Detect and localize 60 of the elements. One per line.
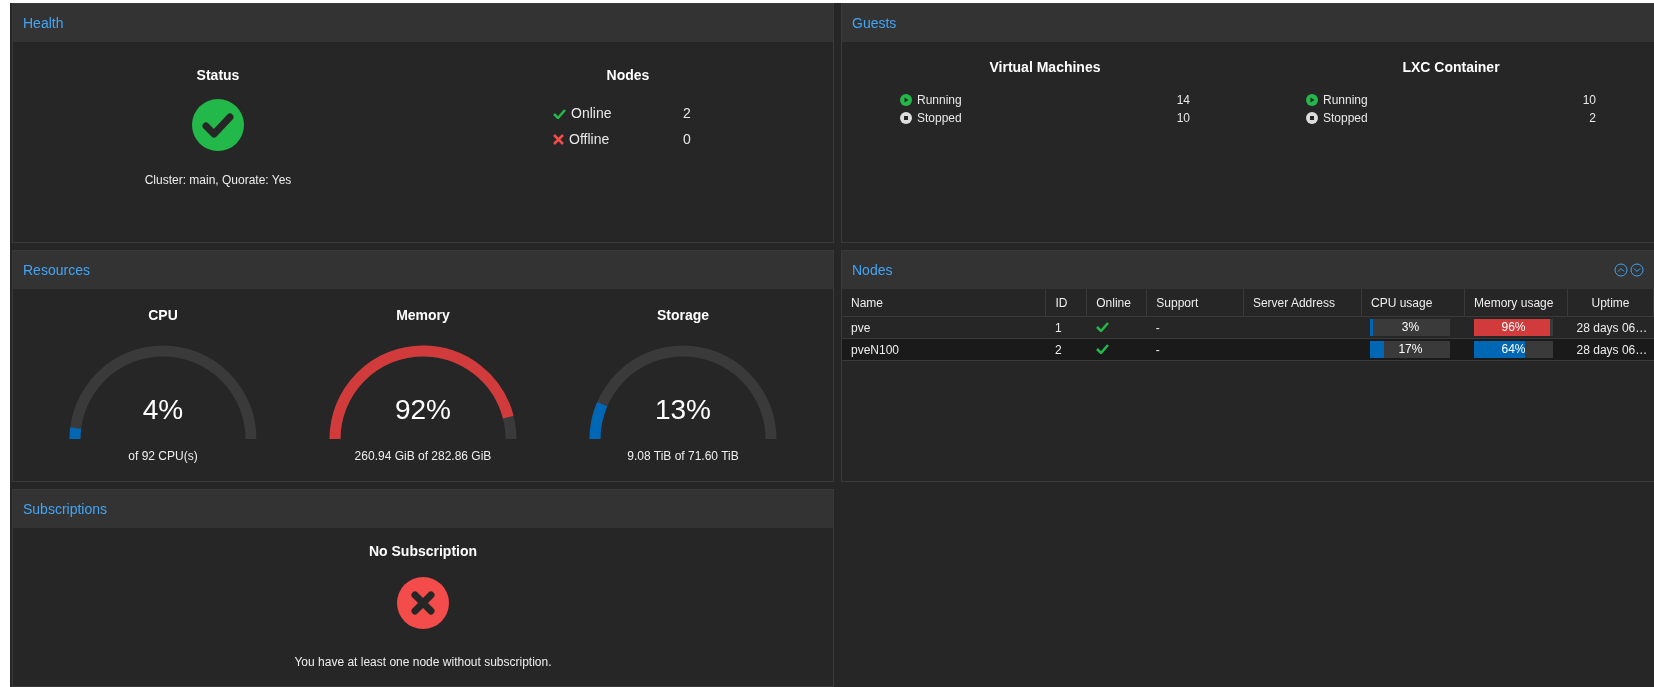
- cross-icon: [553, 133, 564, 145]
- table-cell: 1: [1045, 316, 1087, 339]
- status-count: 10: [1175, 111, 1190, 125]
- gauge-detail: 260.94 GiB of 282.86 GiB: [354, 449, 492, 463]
- status-count: 14: [1175, 93, 1190, 107]
- status-label: Running: [1323, 93, 1368, 107]
- stop-icon: [1306, 112, 1318, 124]
- panel-title: Nodes: [852, 262, 893, 278]
- play-icon: [1306, 94, 1318, 106]
- stop-icon: [900, 112, 912, 124]
- column-header[interactable]: Online: [1086, 289, 1147, 317]
- status-count: 0: [683, 131, 692, 147]
- section-heading: Nodes: [606, 67, 650, 83]
- gauge-reading: 4%: [141, 394, 185, 426]
- check-icon: [553, 107, 566, 119]
- gauge-reading: 13%: [653, 394, 712, 426]
- cluster-status: Cluster: main, Quorate: Yes: [144, 173, 292, 187]
- gauge-label: Storage: [656, 307, 710, 323]
- play-icon: [900, 94, 912, 106]
- status-label: Running: [917, 93, 962, 107]
- panel-title: Health: [23, 15, 64, 31]
- subscription-message: You have at least one node without subscription.: [294, 655, 552, 669]
- column-header[interactable]: Name: [842, 289, 1046, 317]
- usage-bar: 17%: [1370, 341, 1451, 358]
- usage-bar: 64%: [1473, 341, 1554, 358]
- status-label: Stopped: [917, 111, 962, 125]
- panel-title: Subscriptions: [23, 501, 108, 517]
- section-heading: No Subscription: [368, 543, 478, 559]
- table-cell: 28 days 06…: [1567, 316, 1654, 339]
- check-icon: [1095, 342, 1109, 354]
- column-header[interactable]: Server Address: [1243, 289, 1362, 317]
- column-header[interactable]: Memory usage: [1464, 289, 1568, 317]
- section-heading: LXC Container: [1402, 59, 1500, 75]
- status-label: Online: [571, 105, 612, 121]
- panel-title: Guests: [852, 15, 897, 31]
- gauge-label: CPU: [148, 307, 178, 323]
- panel-title: Resources: [23, 262, 90, 278]
- table-cell: -: [1146, 316, 1244, 339]
- status-label: Stopped: [1323, 111, 1368, 125]
- section-heading: Virtual Machines: [989, 59, 1101, 75]
- status-count: 10: [1581, 93, 1596, 107]
- column-header[interactable]: CPU usage: [1361, 289, 1465, 317]
- gauge-detail: 9.08 TiB of 71.60 TiB: [627, 449, 739, 463]
- gauge-reading: 92%: [393, 394, 452, 426]
- gauge-detail: of 92 CPU(s): [128, 449, 198, 463]
- collapse-icon[interactable]: [1614, 263, 1628, 277]
- check-icon: [1095, 320, 1109, 332]
- table-cell: pve: [842, 316, 1046, 339]
- status-count: 2: [1588, 111, 1596, 125]
- gauge-label: Memory: [396, 307, 450, 323]
- usage-bar: 3%: [1370, 319, 1451, 336]
- column-header[interactable]: Support: [1146, 289, 1244, 317]
- column-header[interactable]: Uptime: [1567, 289, 1654, 317]
- table-cell: pveN100: [842, 338, 1046, 361]
- usage-bar: 96%: [1473, 319, 1554, 336]
- status-label: Offline: [569, 131, 610, 147]
- column-header[interactable]: ID: [1045, 289, 1087, 317]
- status-count: 2: [683, 105, 692, 121]
- expand-icon[interactable]: [1630, 263, 1644, 277]
- section-heading: Status: [196, 67, 240, 83]
